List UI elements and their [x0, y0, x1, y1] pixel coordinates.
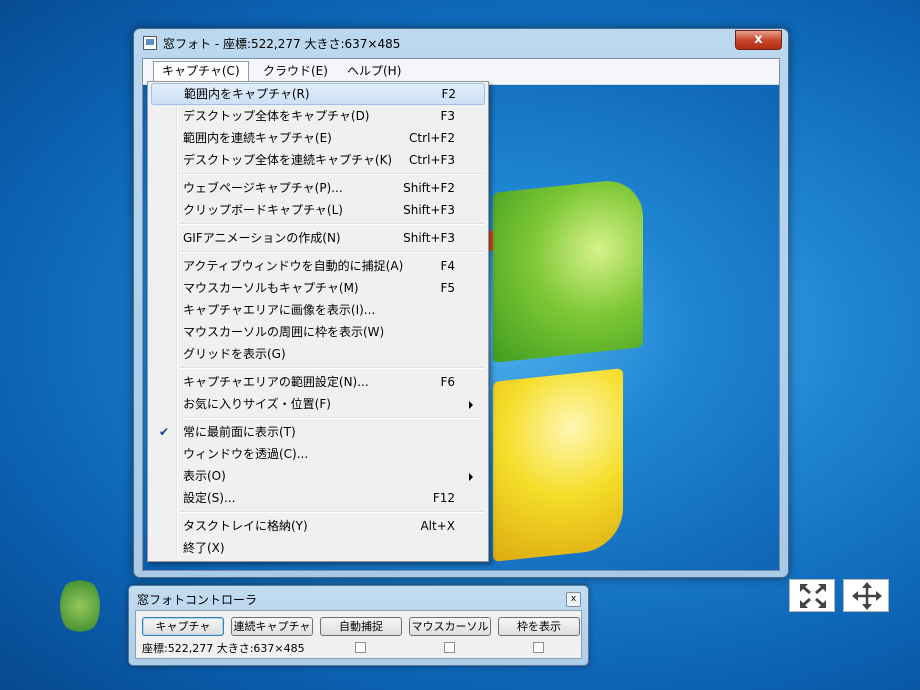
menu-item[interactable]: 設定(S)... F12 — [151, 487, 483, 509]
menu-item[interactable]: タスクトレイに格納(Y) Alt+X — [151, 515, 483, 537]
menu-separator — [180, 223, 484, 225]
menu-item[interactable]: ウェブページキャプチャ(P)... Shift+F2 — [151, 177, 483, 199]
menu-item-label: お気に入りサイズ・位置(F) — [183, 397, 331, 411]
menu-item-label: 表示(O) — [183, 469, 226, 483]
menu-item-label: デスクトップ全体をキャプチャ(D) — [183, 109, 370, 123]
menu-item[interactable]: 表示(O) — [151, 465, 483, 487]
menu-item-label: 終了(X) — [183, 541, 225, 555]
menu-item-shortcut: Ctrl+F3 — [409, 153, 455, 167]
menu-separator — [180, 417, 484, 419]
show-frame-checkbox[interactable] — [533, 642, 544, 653]
menu-item[interactable]: ウィンドウを透過(C)... — [151, 443, 483, 465]
app-icon[interactable] — [143, 36, 157, 50]
menu-item[interactable]: アクティブウィンドウを自動的に捕捉(A) F4 — [151, 255, 483, 277]
menu-item-label: 範囲内をキャプチャ(R) — [184, 87, 310, 101]
menu-item-label: キャプチャエリアに画像を表示(I)... — [183, 303, 376, 317]
menu-item-label: マウスカーソルの周囲に枠を表示(W) — [183, 325, 385, 339]
check-icon: ✔ — [159, 425, 170, 439]
menu-item[interactable]: ✔ 常に最前面に表示(T) — [151, 421, 483, 443]
menu-separator — [180, 511, 484, 513]
fit-arrows-icon[interactable] — [789, 579, 835, 612]
menu-item-shortcut: F3 — [440, 109, 455, 123]
menu-item-label: GIFアニメーションの作成(N) — [183, 231, 341, 245]
menu-separator — [180, 173, 484, 175]
menu-separator — [180, 367, 484, 369]
menu-item-shortcut: F12 — [432, 491, 455, 505]
capture-button[interactable]: キャプチャ — [142, 617, 224, 636]
submenu-arrow-icon — [469, 401, 473, 409]
menu-item-shortcut: F2 — [441, 87, 456, 101]
menu-item[interactable]: クリップボードキャプチャ(L) Shift+F3 — [151, 199, 483, 221]
controller-panel: キャプチャ 連続キャプチャ 自動捕捉 マウスカーソル 枠を表示 座標:522,2… — [135, 610, 582, 659]
menu-item-label: ウェブページキャプチャ(P)... — [183, 181, 343, 195]
menu-item[interactable]: キャプチャエリアに画像を表示(I)... — [151, 299, 483, 321]
menu-item-label: マウスカーソルもキャプチャ(M) — [183, 281, 359, 295]
menu-item-label: ウィンドウを透過(C)... — [183, 447, 309, 461]
title-bar[interactable]: 窓フォト - 座標:522,277 大きさ:637×485 x — [134, 29, 788, 57]
menu-item-label: タスクトレイに格納(Y) — [183, 519, 308, 533]
menu-item[interactable]: マウスカーソルの周囲に枠を表示(W) — [151, 321, 483, 343]
show-frame-button[interactable]: 枠を表示 — [498, 617, 580, 636]
controller-window: 窓フォトコントローラ x キャプチャ 連続キャプチャ 自動捕捉 マウスカーソル … — [128, 585, 589, 666]
menu-item-shortcut: F6 — [440, 375, 455, 389]
menu-item-label: アクティブウィンドウを自動的に捕捉(A) — [183, 259, 404, 273]
close-button[interactable]: x — [735, 30, 782, 50]
menu-item-label: 設定(S)... — [183, 491, 236, 505]
menu-help[interactable]: ヘルプ(H) — [339, 62, 409, 81]
menu-item-label: 常に最前面に表示(T) — [183, 425, 296, 439]
mouse-cursor-button[interactable]: マウスカーソル — [409, 617, 491, 636]
menu-item-shortcut: Shift+F3 — [403, 203, 455, 217]
menu-item[interactable]: デスクトップ全体を連続キャプチャ(K) Ctrl+F3 — [151, 149, 483, 171]
menu-cloud[interactable]: クラウド(E) — [255, 62, 336, 81]
menu-item-label: デスクトップ全体を連続キャプチャ(K) — [183, 153, 393, 167]
menu-item[interactable]: 範囲内をキャプチャ(R) F2 — [151, 83, 485, 105]
menu-item-shortcut: F4 — [440, 259, 455, 273]
capture-dropdown-menu: 範囲内をキャプチャ(R) F2 デスクトップ全体をキャプチャ(D) F3 範囲内を連続キ… — [147, 81, 489, 562]
menu-item[interactable]: 範囲内を連続キャプチャ(E) Ctrl+F2 — [151, 127, 483, 149]
menu-item-label: グリッドを表示(G) — [183, 347, 286, 361]
menu-item[interactable]: 終了(X) — [151, 537, 483, 559]
window-title: 窓フォト - 座標:522,277 大きさ:637×485 — [163, 37, 401, 51]
menu-item[interactable]: マウスカーソルもキャプチャ(M) F5 — [151, 277, 483, 299]
menu-item[interactable]: GIFアニメーションの作成(N) Shift+F3 — [151, 227, 483, 249]
mouse-cursor-checkbox[interactable] — [444, 642, 455, 653]
menu-item-shortcut: Ctrl+F2 — [409, 131, 455, 145]
menu-item-shortcut: Alt+X — [420, 519, 455, 533]
menu-item-label: 範囲内を連続キャプチャ(E) — [183, 131, 332, 145]
controller-status: 座標:522,277 大きさ:637×485 — [142, 642, 305, 655]
menu-item-shortcut: F5 — [440, 281, 455, 295]
menu-item[interactable]: お気に入りサイズ・位置(F) — [151, 393, 483, 415]
auto-capture-checkbox[interactable] — [355, 642, 366, 653]
menu-item-shortcut: Shift+F3 — [403, 231, 455, 245]
continuous-capture-button[interactable]: 連続キャプチャ — [231, 617, 313, 636]
move-arrows-icon[interactable] — [843, 579, 889, 612]
controller-title: 窓フォトコントローラ — [137, 593, 258, 607]
submenu-arrow-icon — [469, 473, 473, 481]
menu-item-label: キャプチャエリアの範囲設定(N)... — [183, 375, 369, 389]
controller-close-button[interactable]: x — [566, 592, 581, 607]
menu-item[interactable]: キャプチャエリアの範囲設定(N)... F6 — [151, 371, 483, 393]
menu-item[interactable]: デスクトップ全体をキャプチャ(D) F3 — [151, 105, 483, 127]
menu-capture[interactable]: キャプチャ(C) — [153, 61, 249, 81]
auto-capture-button[interactable]: 自動捕捉 — [320, 617, 402, 636]
menu-item-label: クリップボードキャプチャ(L) — [183, 203, 343, 217]
leaf-decoration — [60, 576, 100, 636]
menu-separator — [180, 251, 484, 253]
menu-item-shortcut: Shift+F2 — [403, 181, 455, 195]
menu-item[interactable]: グリッドを表示(G) — [151, 343, 483, 365]
